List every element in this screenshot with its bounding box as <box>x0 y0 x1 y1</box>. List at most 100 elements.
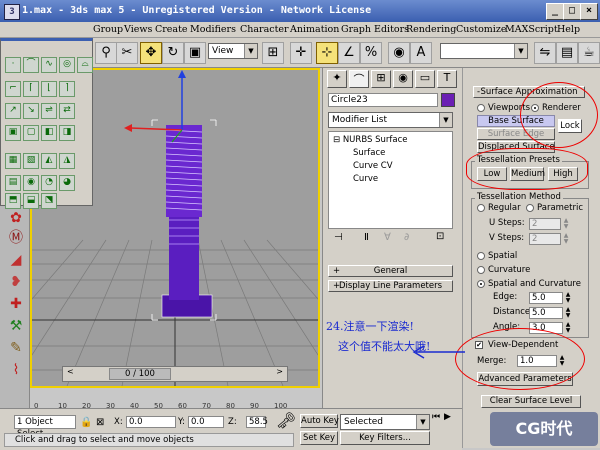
distance-spinner[interactable]: 5.0 ▲ ▼ <box>529 307 570 319</box>
curve-vector-icon[interactable]: ↘ <box>23 103 39 119</box>
helper-icon[interactable]: ⚒ <box>6 316 26 336</box>
set-key-button[interactable]: Set Key <box>300 431 338 445</box>
wrench-icon[interactable]: ✎ <box>6 338 26 358</box>
curve-normal-icon[interactable]: ↗ <box>5 103 21 119</box>
stack-item-surface[interactable]: Surface <box>353 148 385 158</box>
pin-stack-icon[interactable]: ⊣ <box>334 232 343 243</box>
curve-point-icon[interactable]: · <box>5 57 21 73</box>
curve-blend-icon[interactable]: ⌓ <box>77 57 93 73</box>
max-logo-icon[interactable]: Ⓜ <box>6 228 26 248</box>
create-tab-icon[interactable]: ✦ <box>327 70 347 88</box>
object-color-swatch[interactable] <box>441 93 455 107</box>
curve-cap-icon[interactable]: ◨ <box>59 125 75 141</box>
curve-surface-icon[interactable]: ⇄ <box>59 103 75 119</box>
u-steps-spinner[interactable]: 2 ▲ ▼ <box>529 218 568 230</box>
key-icon[interactable]: 🗝 <box>276 411 296 430</box>
menu-group[interactable]: Group <box>93 24 123 35</box>
paint-icon[interactable]: ⌇ <box>6 360 26 380</box>
curve-fillet-icon[interactable]: ⌉ <box>59 81 75 97</box>
snap-toggle-icon[interactable]: ⊹ <box>316 42 338 64</box>
curve-iso-icon[interactable]: ⌐ <box>5 81 21 97</box>
menu-rendering[interactable]: Rendering <box>406 24 456 35</box>
minimize-button[interactable]: _ <box>546 3 564 20</box>
remove-modifier-icon[interactable]: ∂ <box>404 232 409 243</box>
curve-fit-icon[interactable]: ◎ <box>59 57 75 73</box>
menu-graph-editors[interactable]: Graph Editors <box>341 24 409 35</box>
time-prev-icon[interactable]: < <box>67 367 74 376</box>
regular-radio[interactable] <box>477 204 485 212</box>
edge-spinner[interactable]: 5.0 ▲ ▼ <box>529 292 570 304</box>
align-icon[interactable]: ▤ <box>556 42 578 64</box>
modifier-list-select[interactable]: Modifier List ▼ <box>328 112 453 128</box>
viewports-radio[interactable] <box>477 104 485 112</box>
stack-item-nurbs-surface[interactable]: ⊟ NURBS Surface <box>333 135 407 145</box>
curve-edge-icon[interactable]: ▢ <box>23 125 39 141</box>
modify-tab-icon[interactable]: ⌒ <box>349 70 369 88</box>
play-icon[interactable]: ▶ <box>444 412 451 422</box>
goto-start-icon[interactable]: ⏮ <box>432 412 440 422</box>
curve-offset-icon[interactable]: ⌒ <box>23 57 39 73</box>
configure-sets-icon[interactable]: ⊡ <box>436 231 444 242</box>
curve-project-icon[interactable]: ▣ <box>5 125 21 141</box>
show-end-result-icon[interactable]: Ⅱ <box>364 232 369 243</box>
surface-loft-icon[interactable]: ◭ <box>41 153 57 169</box>
spinner-arrows-icon[interactable]: ▲ ▼ <box>564 322 572 334</box>
render-icon[interactable]: ☕ <box>578 42 600 64</box>
bone-icon[interactable]: ✚ <box>6 294 26 314</box>
menu-animation[interactable]: Animation <box>290 24 339 35</box>
spinner-arrows-icon[interactable]: ▲ ▼ <box>562 218 570 230</box>
curve-cv-icon[interactable]: ∿ <box>41 57 57 73</box>
object-name-field[interactable]: Circle23 <box>328 93 438 107</box>
absolute-mode-icon[interactable]: ⊠ <box>96 417 104 428</box>
x-coordinate-field[interactable]: 0.0 <box>126 416 176 428</box>
make-unique-icon[interactable]: ∀ <box>384 232 391 243</box>
percent-snap-icon[interactable]: % <box>360 42 382 64</box>
surface-cap-icon[interactable]: ◔ <box>41 175 57 191</box>
curve-chamfer-icon[interactable]: ⌊ <box>41 81 57 97</box>
surface-mirror-icon[interactable]: ⬒ <box>5 193 21 209</box>
menu-character[interactable]: Character <box>240 24 289 35</box>
surface-blend-icon[interactable]: ◮ <box>59 153 75 169</box>
pivot-center-icon[interactable]: ⊞ <box>262 42 284 64</box>
axis-constraint-icon[interactable]: ✛ <box>290 42 312 64</box>
surface-ruled-icon[interactable]: ◕ <box>59 175 75 191</box>
stack-item-curve-cv[interactable]: Curve CV <box>353 161 393 171</box>
v-steps-spinner[interactable]: 2 ▲ ▼ <box>529 233 568 245</box>
hierarchy-tab-icon[interactable]: ⊞ <box>371 70 391 88</box>
curve-mirror-icon[interactable]: ⇌ <box>41 103 57 119</box>
time-next-icon[interactable]: > <box>276 367 283 376</box>
surface-offset-icon[interactable]: ⬓ <box>23 193 39 209</box>
auto-key-button[interactable]: Auto Key <box>300 414 339 428</box>
menu-views[interactable]: Views <box>124 24 152 35</box>
clear-surface-level-button[interactable]: Clear Surface Level <box>481 395 581 408</box>
spatial-radio[interactable] <box>477 252 485 260</box>
particle-icon[interactable]: ✿ <box>6 208 26 228</box>
menu-modifiers[interactable]: Modifiers <box>190 24 236 35</box>
surface-lathe-icon[interactable]: ◉ <box>23 175 39 191</box>
menu-customize[interactable]: Customize <box>456 24 506 35</box>
time-slider[interactable]: < 0 / 100 > <box>62 366 288 382</box>
lock-selection-icon[interactable]: 🔒 <box>80 417 92 428</box>
y-coordinate-field[interactable]: 0.0 <box>188 416 224 428</box>
surface-point-icon[interactable]: ▧ <box>23 153 39 169</box>
reactor-icon[interactable]: ◢ <box>6 250 26 270</box>
surface-extrude-icon[interactable]: ▤ <box>5 175 21 191</box>
select-link-icon[interactable]: ⚲ <box>95 42 117 64</box>
maximize-button[interactable]: □ <box>563 3 581 20</box>
curve-transform-icon[interactable]: ◧ <box>41 125 57 141</box>
spinner-arrows-icon[interactable]: ▲ ▼ <box>562 233 570 245</box>
spinner-arrows-icon[interactable]: ▲ ▼ <box>564 307 572 319</box>
curve-u-iso-icon[interactable]: ⌈ <box>23 81 39 97</box>
select-move-icon[interactable]: ✥ <box>140 42 162 64</box>
spinner-arrows-icon[interactable]: ▲ ▼ <box>564 292 572 304</box>
material-editor-icon[interactable]: ◉ <box>388 42 410 64</box>
spelling-icon[interactable]: A <box>410 42 432 64</box>
display-tab-icon[interactable]: ▭ <box>415 70 435 88</box>
select-scale-icon[interactable]: ▣ <box>184 42 206 64</box>
close-button[interactable]: × <box>580 3 598 20</box>
surface-cv-icon[interactable]: ▦ <box>5 153 21 169</box>
curvature-radio[interactable] <box>477 266 485 274</box>
surface-fillet-icon[interactable]: ⬔ <box>41 193 57 209</box>
key-selection-select[interactable]: Selected ▼ <box>340 414 430 430</box>
unlink-icon[interactable]: ✂ <box>116 42 138 64</box>
